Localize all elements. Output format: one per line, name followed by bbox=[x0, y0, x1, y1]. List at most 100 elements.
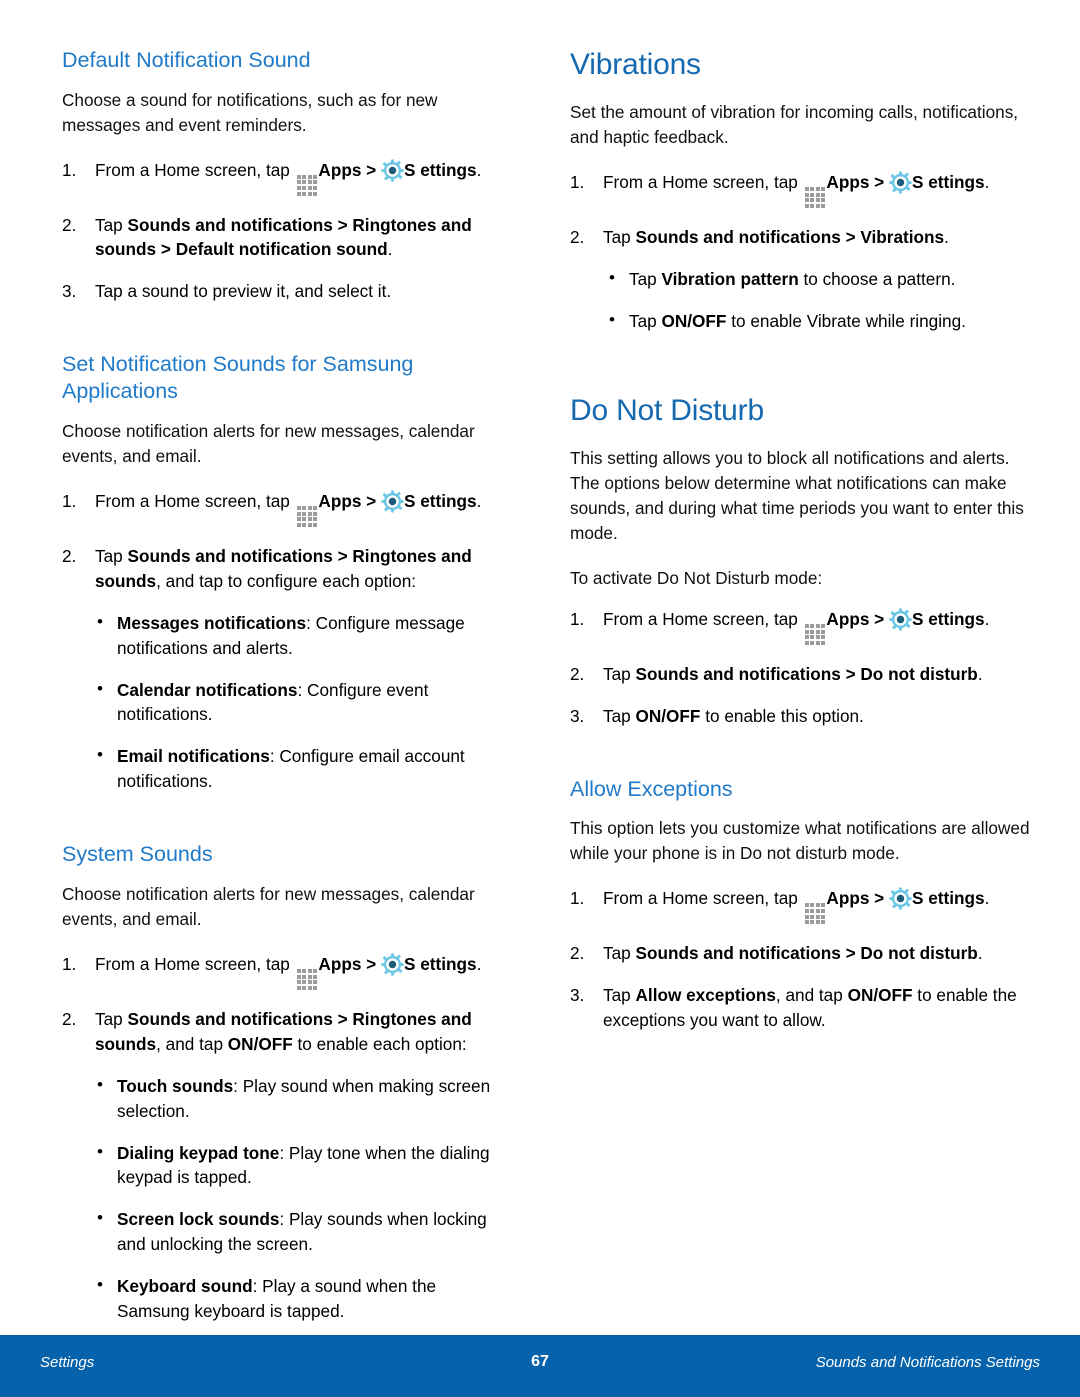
step-item: 2. Tap Sounds and notifications > Do not … bbox=[570, 941, 1030, 966]
apps-grid-icon bbox=[296, 969, 318, 990]
apps-grid-icon bbox=[296, 174, 318, 196]
bullet-pre: Tap bbox=[629, 268, 662, 289]
steps-system-sounds: 1. From a Home screen, tap Apps > S ettin… bbox=[62, 952, 500, 1057]
step-text-post: . bbox=[984, 888, 990, 909]
settings-gear-icon bbox=[381, 490, 404, 513]
step-text-post: to enable this option. bbox=[700, 705, 864, 726]
step-item: 3. Tap Allow exceptions, and tap ON/OFF t… bbox=[570, 983, 1030, 1033]
step-text-post: . bbox=[984, 172, 990, 193]
step-item: 2. Tap Sounds and notifications > Rington… bbox=[62, 544, 500, 594]
bullet-item: Calendar notifications: Configure event … bbox=[95, 677, 500, 728]
steps-default-notification-sound: 1. From a Home screen, tap Apps > S ettin… bbox=[62, 158, 500, 305]
step-text-pre: Tap bbox=[603, 705, 636, 726]
step-separator: > bbox=[869, 608, 889, 629]
step-text-post: to enable each option: bbox=[292, 1033, 467, 1054]
heading-do-not-disturb: Do Not Disturb bbox=[570, 393, 764, 427]
bullet-term: Dialing keypad tone bbox=[117, 1142, 280, 1163]
apps-label: Apps bbox=[318, 954, 362, 974]
step-text-mid: , and tap bbox=[156, 1033, 228, 1054]
step-text-post: . bbox=[476, 490, 482, 511]
step-text-pre: Tap bbox=[603, 663, 636, 684]
apps-grid-icon bbox=[804, 903, 826, 925]
step-text-pre: Tap bbox=[95, 1008, 128, 1029]
apps-grid-icon bbox=[804, 187, 826, 209]
bullet-item: Dialing keypad tone: Play tone when the … bbox=[95, 1140, 500, 1191]
settings-label: S ettings bbox=[403, 490, 477, 511]
bullet-term: Email notifications bbox=[117, 746, 270, 767]
step-number: 1. bbox=[570, 172, 585, 193]
step-item: 1. From a Home screen, tap Apps > S ettin… bbox=[570, 607, 1030, 645]
step-text-pre: From a Home screen, tap bbox=[603, 608, 803, 629]
step-text-pre: Tap bbox=[603, 227, 636, 248]
bullet-term: Vibration pattern bbox=[661, 268, 799, 289]
step-separator: > bbox=[361, 159, 381, 180]
settings-gear-icon bbox=[889, 608, 912, 631]
step-number: 2. bbox=[62, 1008, 77, 1029]
paragraph-samsung-apps-intro: Choose notification alerts for new messa… bbox=[62, 421, 475, 467]
step-number: 3. bbox=[570, 985, 585, 1006]
step-separator: > bbox=[361, 490, 381, 511]
bullet-term: ON/OFF bbox=[661, 310, 727, 331]
heading-system-sounds: System Sounds bbox=[62, 842, 213, 867]
heading-default-notification-sound: Default Notification Sound bbox=[62, 48, 311, 72]
paragraph-do-not-disturb-intro: This setting allows you to block all not… bbox=[570, 448, 1024, 544]
apps-label: Apps bbox=[318, 159, 362, 180]
apps-label: Apps bbox=[826, 888, 870, 909]
step-text-post: . bbox=[977, 663, 983, 684]
step-text-pre: Tap bbox=[603, 985, 636, 1006]
step-number: 1. bbox=[62, 490, 77, 511]
step-number: 1. bbox=[570, 608, 585, 629]
step-text-bold: Sounds and notifications > Do not distur… bbox=[635, 943, 978, 964]
bullet-item: Keyboard sound: Play a sound when the Sa… bbox=[95, 1273, 500, 1324]
steps-do-not-disturb: 1. From a Home screen, tap Apps > S ettin… bbox=[570, 607, 1030, 729]
bullet-item: Tap ON/OFF to enable Vibrate while ringi… bbox=[607, 308, 1030, 334]
step-number: 3. bbox=[62, 281, 77, 302]
bullet-desc: to choose a pattern. bbox=[798, 268, 956, 289]
step-text-pre: From a Home screen, tap bbox=[603, 888, 803, 909]
step-text-post: . bbox=[944, 227, 949, 248]
step-item: 2. Tap Sounds and notifications > Vibrati… bbox=[570, 225, 1030, 250]
step-text-bold: Sounds and notifications > Vibrations bbox=[635, 227, 945, 248]
paragraph-allow-exceptions-intro: This option lets you customize what noti… bbox=[570, 818, 1030, 864]
bullet-item: Touch sounds: Play sound when making scr… bbox=[95, 1073, 500, 1124]
page-footer: Settings 67 Sounds and Notifications Set… bbox=[0, 1335, 1080, 1397]
heading-set-notification-sounds-samsung: Set Notification Sounds for Samsung Appl… bbox=[62, 352, 414, 404]
step-text-bold2: ON/OFF bbox=[227, 1033, 293, 1054]
step-number: 1. bbox=[62, 954, 77, 974]
step-item: 2. Tap Sounds and notifications > Rington… bbox=[62, 213, 500, 263]
bullet-term: Touch sounds bbox=[117, 1075, 234, 1096]
apps-label: Apps bbox=[318, 490, 362, 511]
step-text-pre: From a Home screen, tap bbox=[95, 159, 295, 180]
steps-vibrations: 1. From a Home screen, tap Apps > S ettin… bbox=[570, 170, 1030, 250]
step-item: 1. From a Home screen, tap Apps > S ettin… bbox=[62, 952, 500, 990]
step-item: 2. Tap Sounds and notifications > Rington… bbox=[62, 1007, 500, 1057]
step-separator: > bbox=[869, 172, 889, 193]
step-separator: > bbox=[869, 888, 889, 909]
step-text-pre: Tap bbox=[95, 545, 128, 566]
step-number: 3. bbox=[570, 705, 585, 726]
step-text-bold: Sounds and notifications > Do not distur… bbox=[635, 663, 978, 684]
step-item: 3. Tap ON/OFF to enable this option. bbox=[570, 704, 1030, 729]
step-text-post: . bbox=[476, 159, 482, 180]
bullet-pre: Tap bbox=[629, 310, 662, 331]
step-item: 1. From a Home screen, tap Apps > S ettin… bbox=[62, 158, 500, 196]
step-text-bold: Sounds and notifications > Ringtones and… bbox=[95, 214, 472, 260]
bullets-system-sounds-options: Touch sounds: Play sound when making scr… bbox=[95, 1073, 500, 1325]
step-number: 2. bbox=[62, 214, 77, 235]
bullet-term: Keyboard sound bbox=[117, 1276, 253, 1297]
step-text-pre: Tap bbox=[603, 943, 636, 964]
settings-label: S ettings bbox=[911, 608, 985, 629]
step-text-post: . bbox=[977, 943, 983, 964]
step-separator: > bbox=[361, 954, 381, 974]
paragraph-system-sounds-intro: Choose notification alerts for new messa… bbox=[62, 884, 475, 930]
steps-samsung-apps: 1. From a Home screen, tap Apps > S ettin… bbox=[62, 489, 500, 594]
manual-page: Default Notification Sound Choose a soun… bbox=[0, 0, 1080, 1397]
step-number: 2. bbox=[570, 227, 585, 248]
bullet-term: Calendar notifications bbox=[117, 679, 298, 700]
step-text-pre: Tap bbox=[95, 214, 128, 235]
paragraph-activate-dnd: To activate Do Not Disturb mode: bbox=[570, 568, 823, 588]
